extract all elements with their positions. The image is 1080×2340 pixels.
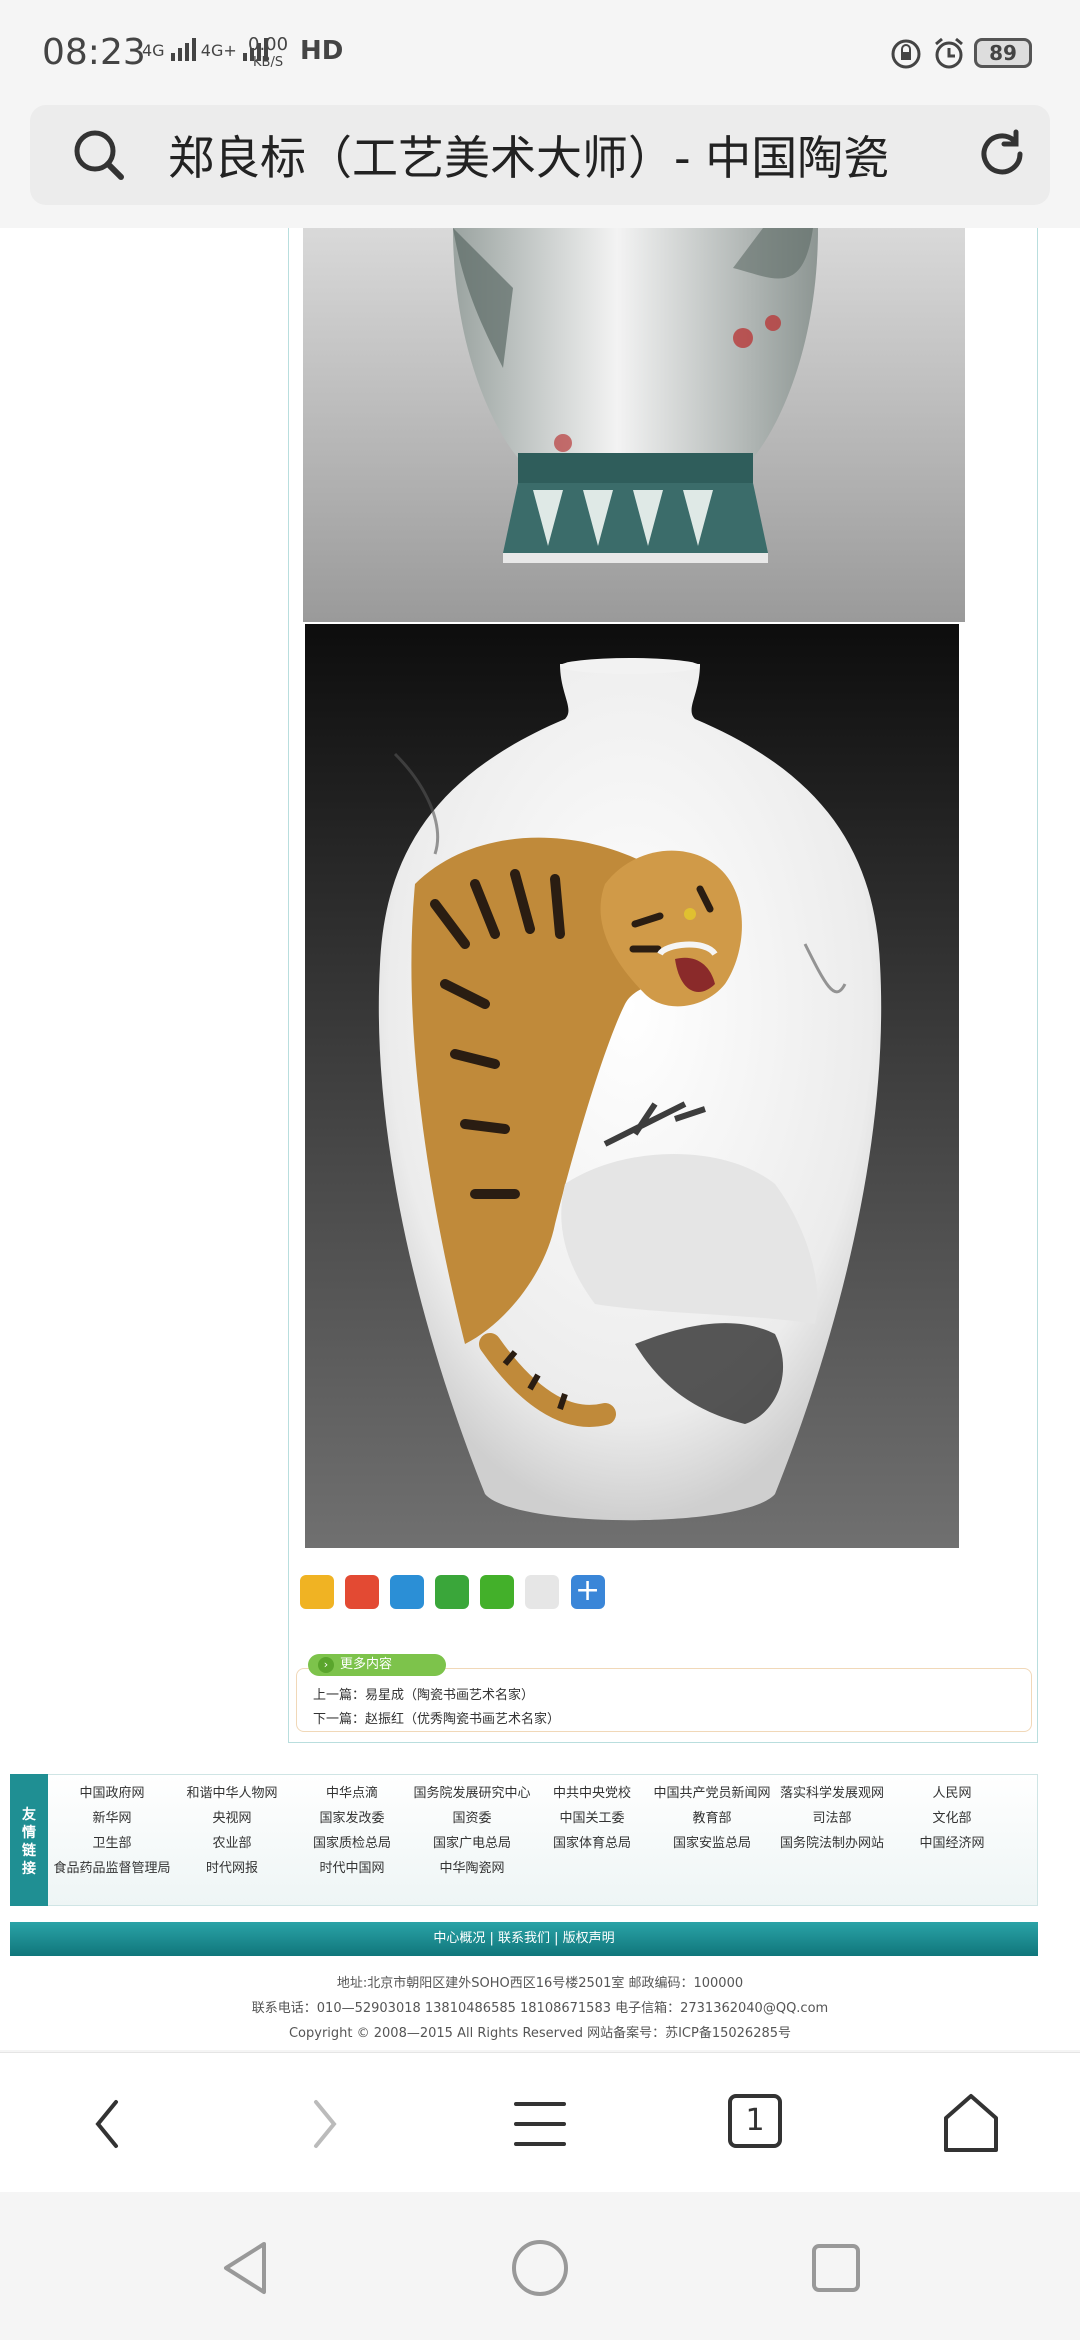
- footer-nav[interactable]: 中心概况 | 联系我们 | 版权声明: [10, 1922, 1038, 1956]
- weibo-share-icon[interactable]: [345, 1575, 380, 1609]
- status-time: 08:23: [42, 32, 146, 73]
- back-icon[interactable]: [88, 2096, 128, 2156]
- friend-link[interactable]: 中华陶瓷网: [410, 1857, 534, 1876]
- system-back-icon[interactable]: [220, 2238, 270, 2302]
- net-speed: 0.00 KB/S: [248, 36, 288, 72]
- friend-link[interactable]: 国务院法制办网站: [770, 1832, 894, 1851]
- kaixin-share-icon[interactable]: [435, 1575, 470, 1609]
- friend-links-tag-label: 友情链接: [22, 1807, 36, 1877]
- forward-icon[interactable]: [304, 2096, 344, 2156]
- friend-link[interactable]: 时代中国网: [290, 1857, 414, 1876]
- lock-rotation-icon: [890, 38, 922, 74]
- page-title[interactable]: 郑良标（工艺美术大师）- 中国陶瓷: [168, 122, 889, 188]
- next-article-link[interactable]: 下一篇：赵振红（优秀陶瓷书画艺术名家）: [313, 1708, 560, 1727]
- system-home-icon[interactable]: [510, 2238, 570, 2302]
- wechat-share-icon[interactable]: [480, 1575, 515, 1609]
- friend-link[interactable]: 国家发改委: [290, 1807, 414, 1826]
- friend-link[interactable]: 国资委: [410, 1807, 534, 1826]
- alarm-icon: [932, 36, 966, 74]
- friend-link[interactable]: 落实科学发展观网: [770, 1782, 894, 1801]
- tabs-button[interactable]: 1: [728, 2094, 782, 2148]
- vase-image-landscape: [303, 228, 965, 622]
- menu-icon[interactable]: [512, 2098, 568, 2154]
- friend-link[interactable]: 人民网: [890, 1782, 1014, 1801]
- friend-link[interactable]: 司法部: [770, 1807, 894, 1826]
- friend-link[interactable]: 教育部: [650, 1807, 774, 1826]
- more-share-icon[interactable]: +: [570, 1575, 605, 1609]
- battery-icon: 89: [974, 38, 1032, 68]
- friend-link[interactable]: 新华网: [50, 1807, 174, 1826]
- friend-link[interactable]: 卫生部: [50, 1832, 174, 1851]
- footer-address: 地址:北京市朝阳区建外SOHO西区16号楼2501室 邮政编码：100000: [336, 1976, 744, 1991]
- friend-link[interactable]: 中国政府网: [50, 1782, 174, 1801]
- friend-link[interactable]: 国家体育总局: [530, 1832, 654, 1851]
- home-icon[interactable]: [940, 2092, 1002, 2158]
- friend-link[interactable]: 中国共产党员新闻网: [650, 1782, 774, 1801]
- tab-count: 1: [745, 2103, 765, 2138]
- chevron-right-icon: ›: [318, 1657, 334, 1673]
- net-speed-value: 0.00: [248, 34, 289, 55]
- share-toolbar: +: [300, 1575, 611, 1611]
- friend-link[interactable]: 和谐中华人物网: [170, 1782, 294, 1801]
- friend-link[interactable]: 中国经济网: [890, 1832, 1014, 1851]
- refresh-icon[interactable]: [974, 126, 1030, 186]
- hd-icon: HD: [300, 36, 344, 66]
- friend-links-tag: 友情链接: [10, 1774, 48, 1906]
- friend-link[interactable]: 中共中央党校: [530, 1782, 654, 1801]
- tencent-weibo-share-icon[interactable]: [390, 1575, 425, 1609]
- more-content-label: 更多内容: [340, 1657, 393, 1672]
- footer-copyright: Copyright © 2008—2015 All Rights Reserve…: [288, 2026, 792, 2041]
- vase-image-tiger: [305, 624, 959, 1548]
- friend-link[interactable]: 国务院发展研究中心: [410, 1782, 534, 1801]
- prev-article-link[interactable]: 上一篇：易星成（陶瓷书画艺术名家）: [313, 1684, 534, 1703]
- friend-link[interactable]: 文化部: [890, 1807, 1014, 1826]
- friend-link[interactable]: 中国关工委: [530, 1807, 654, 1826]
- copy-link-icon[interactable]: [525, 1575, 560, 1609]
- network-type-1: 4G: [142, 41, 165, 60]
- system-recents-icon[interactable]: [810, 2242, 862, 2298]
- friend-link[interactable]: 国家安监总局: [650, 1832, 774, 1851]
- friend-link[interactable]: 央视网: [170, 1807, 294, 1826]
- friend-link[interactable]: 食品药品监督管理局: [50, 1857, 174, 1876]
- net-speed-unit: KB/S: [253, 55, 284, 70]
- more-content-tab: › 更多内容: [308, 1654, 446, 1676]
- friend-link[interactable]: 农业部: [170, 1832, 294, 1851]
- friend-link[interactable]: 时代网报: [170, 1857, 294, 1876]
- friend-link[interactable]: 国家广电总局: [410, 1832, 534, 1851]
- qzone-share-icon[interactable]: [300, 1575, 334, 1609]
- friend-link[interactable]: 国家质检总局: [290, 1832, 414, 1851]
- network-type-2: 4G+: [200, 41, 237, 60]
- search-icon[interactable]: [72, 128, 126, 186]
- friend-link[interactable]: 中华点滴: [290, 1782, 414, 1801]
- friend-links-list: 中国政府网 和谐中华人物网 中华点滴 国务院发展研究中心 中共中央党校 中国共产党员新闻网…: [50, 1782, 1038, 1902]
- footer-contact: 联系电话：010—52903018 13810486585 1810867158…: [251, 2001, 829, 2016]
